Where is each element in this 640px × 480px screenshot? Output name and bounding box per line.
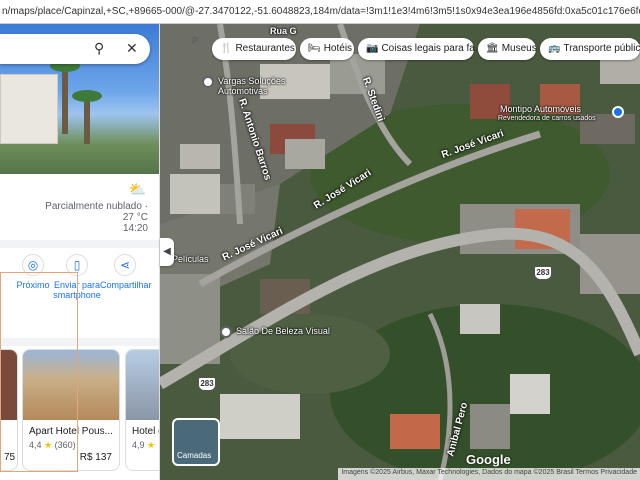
nearby-button[interactable]: ◎ Próximo (8, 254, 58, 290)
hotel-photo (126, 350, 159, 420)
action-label: Compartilhar (100, 280, 152, 290)
palm-frond (72, 90, 102, 102)
palm-tree (62, 64, 68, 134)
place-label[interactable]: Películas (172, 254, 209, 264)
weather-time: 14:20 (122, 223, 148, 234)
send-to-phone-button[interactable]: ▯ Enviar para smartphone (52, 254, 102, 300)
action-label: Próximo (16, 280, 50, 290)
hotel-rating: 4,9 ★ (132, 440, 155, 451)
hotel-name: Apart Hotel Pous... (29, 426, 113, 437)
weather-condition: Parcialmente nublado · (45, 201, 148, 212)
museum-icon: 🏛 (486, 43, 499, 54)
divider (0, 240, 159, 248)
chip-restaurants[interactable]: 🍴 Restaurantes (212, 38, 296, 60)
hotel-carousel: 75 R$ 137 Apart Hotel Pous... 4,4 ★ (360… (0, 346, 159, 480)
rating-value: 4,9 (132, 440, 145, 450)
place-pin-icon[interactable] (202, 76, 214, 88)
hotel-name: Hotel c (132, 426, 159, 437)
map-attribution: Imagens ©2025 Airbus, Maxar Technologies… (338, 468, 640, 480)
partly-cloudy-icon: ⛅ (128, 181, 146, 197)
hotel-photo (0, 350, 17, 420)
hotel-price: R$ 137 (76, 451, 115, 464)
chip-transit[interactable]: 🚌 Transporte público (540, 38, 640, 60)
hotel-card[interactable]: Hotel c 4,9 ★ (125, 349, 159, 471)
fork-knife-icon: 🍴 (220, 43, 233, 54)
hotel-price: 75 (1, 451, 17, 464)
hotel-rating: 4,4 ★ (360) (29, 440, 76, 451)
chip-hotels[interactable]: 🛏 Hotéis (300, 38, 354, 60)
share-button[interactable]: ⋖ Compartilhar (100, 254, 152, 290)
star-icon: ★ (147, 440, 156, 450)
place-sublabel: Revendedora de carros usados (498, 115, 596, 122)
chip-things-to-do[interactable]: 📷 Coisas legais para fa... (358, 38, 483, 60)
nearby-icon: ◎ (22, 254, 44, 276)
chip-label: Hotéis (323, 43, 353, 54)
rating-value: 4,4 (29, 440, 42, 450)
share-icon: ⋖ (114, 254, 136, 276)
satellite-map[interactable]: R. Antonio Barros R. Stedini R. José Vic… (160, 24, 640, 480)
salon-pin-icon[interactable] (220, 326, 232, 338)
action-buttons: ◎ Próximo ▯ Enviar para smartphone ⋖ Com… (0, 250, 159, 340)
layers-label: Camadas (177, 451, 212, 460)
search-box[interactable]: ⚲ ✕ (0, 34, 150, 64)
close-icon[interactable]: ✕ (126, 40, 138, 57)
car-dealer-pin-icon[interactable] (612, 106, 624, 118)
chip-label: Museus (501, 43, 537, 54)
transit-icon: 🚌 (548, 43, 561, 54)
place-panel: ⚲ ✕ ⛅ Parcialmente nublado · 27 °C 14:20… (0, 24, 160, 480)
place-label[interactable]: Salão De Beleza Visual (236, 326, 330, 336)
search-icon[interactable]: ⚲ (94, 40, 104, 57)
collapse-panel-button[interactable]: ◀ (160, 238, 174, 266)
church-building (0, 74, 58, 144)
star-icon: ★ (44, 440, 53, 450)
chip-label: Coisas legais para fa... (381, 43, 484, 54)
bed-icon: 🛏 (308, 43, 321, 54)
hotel-photo (23, 350, 119, 420)
chip-label: Transporte público (563, 43, 640, 54)
place-label[interactable]: Montipo Automóveis (500, 104, 581, 114)
layers-button[interactable]: Camadas (172, 418, 220, 466)
divider (0, 338, 159, 346)
route-shield: 283 (534, 266, 552, 280)
hotel-card[interactable]: 75 (0, 349, 18, 471)
camera-icon: 📷 (366, 43, 379, 54)
phone-icon: ▯ (66, 254, 88, 276)
address-bar[interactable]: n/maps/place/Capinzal,+SC,+89665-000/@-2… (0, 0, 640, 24)
route-shield: 283 (198, 377, 216, 391)
place-label[interactable]: Vargas Soluções Automotivas (218, 76, 308, 96)
street-label: Rua G (270, 26, 297, 36)
chip-museums[interactable]: 🏛 Museus (478, 38, 537, 60)
pegman-icon[interactable]: P (192, 36, 202, 46)
review-count: (360) (54, 440, 76, 450)
chip-label: Restaurantes (235, 43, 295, 54)
weather-temp: 27 °C (122, 212, 148, 223)
action-label: Enviar para smartphone (53, 280, 101, 300)
google-logo: Google (466, 452, 511, 467)
weather-info: ⛅ Parcialmente nublado · 27 °C 14:20 (0, 179, 159, 239)
hotel-card[interactable]: R$ 137 Apart Hotel Pous... 4,4 ★ (360) (22, 349, 120, 471)
